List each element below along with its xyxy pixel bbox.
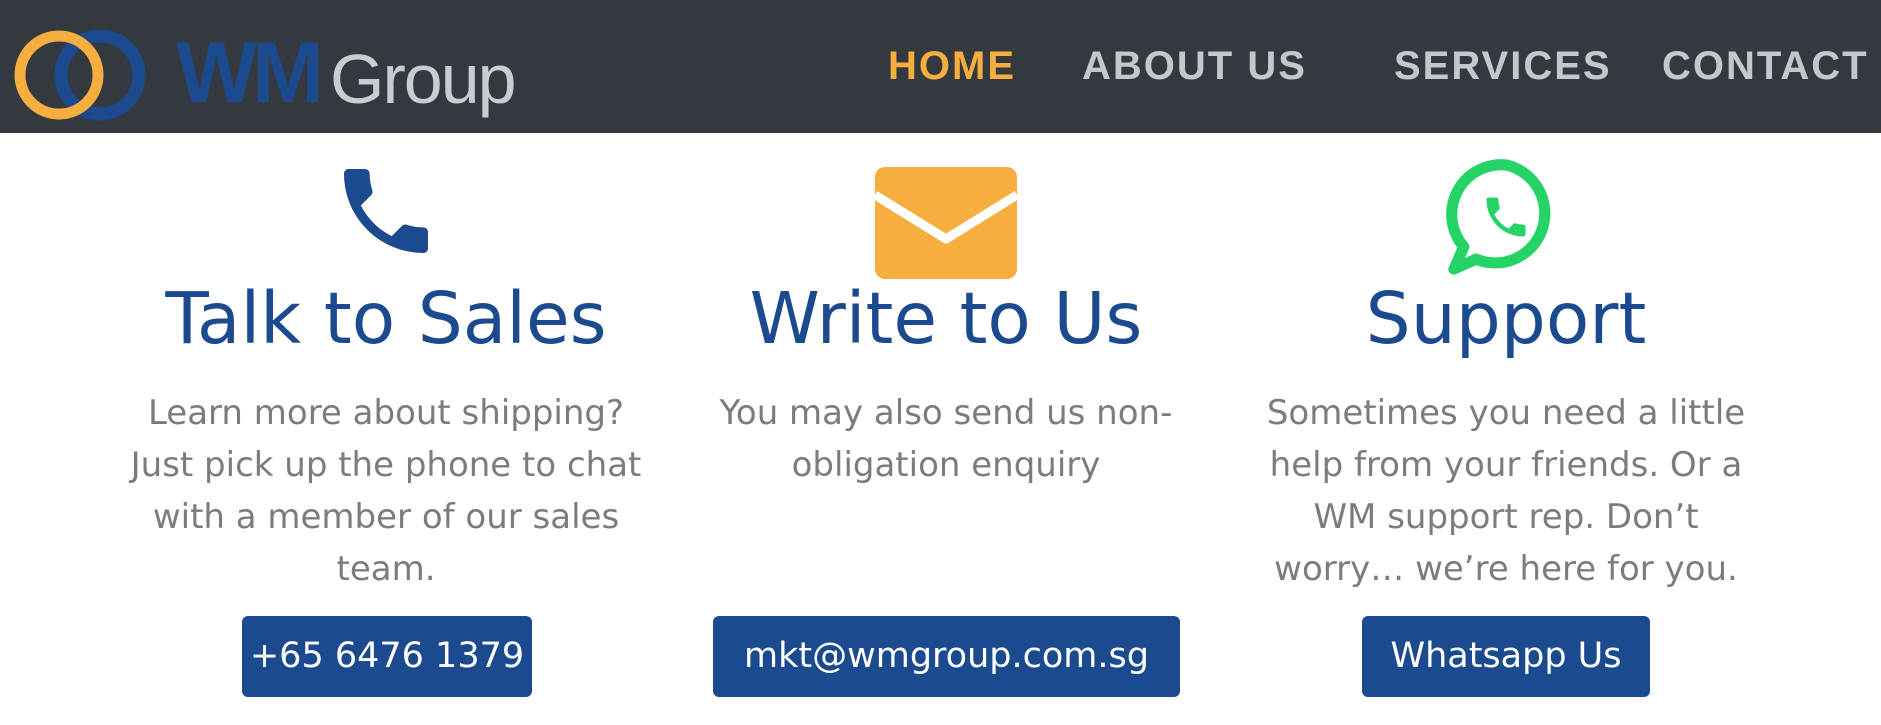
nav-services[interactable]: SERVICES (1394, 42, 1612, 90)
whatsapp-button[interactable]: Whatsapp Us (1362, 616, 1650, 697)
wm-group-logo[interactable]: WM Group (14, 22, 534, 122)
nav-contact[interactable]: CONTACT (1662, 42, 1869, 90)
card-description: Sometimes you need a little help from yo… (1266, 393, 1746, 589)
contact-card-sales: Talk to Sales Learn more about shipping?… (106, 133, 666, 725)
card-description: You may also send us non-obligation enqu… (719, 393, 1173, 485)
card-title: Talk to Sales (165, 277, 607, 360)
call-sales-button[interactable]: +65 6476 1379 (242, 616, 532, 697)
contact-card-write: Write to Us You may also send us non-obl… (666, 133, 1226, 725)
card-title: Support (1365, 277, 1647, 360)
card-description: Learn more about shipping? Just pick up … (130, 393, 642, 589)
envelope-icon (875, 167, 1017, 279)
logo-wm-text: WM (176, 25, 324, 121)
contact-card-support: Support Sometimes you need a little help… (1226, 133, 1786, 725)
card-title: Write to Us (749, 277, 1143, 360)
nav-about-us[interactable]: ABOUT US (1082, 42, 1307, 90)
email-button[interactable]: mkt@wmgroup.com.sg (713, 616, 1180, 697)
whatsapp-icon (1446, 159, 1551, 275)
phone-icon (344, 169, 428, 253)
nav-home[interactable]: HOME (888, 42, 1016, 90)
logo-rings-icon (14, 29, 146, 121)
logo-group-text: Group (330, 40, 517, 118)
site-header: WM Group HOME ABOUT US SERVICES CONTACT (0, 0, 1881, 133)
